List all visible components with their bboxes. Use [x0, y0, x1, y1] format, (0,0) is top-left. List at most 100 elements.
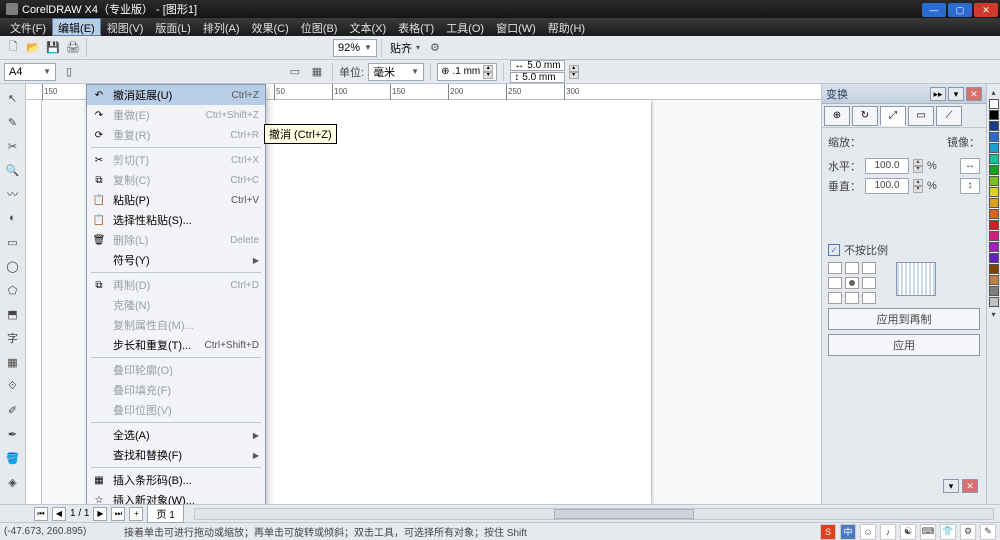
zoom-tool[interactable]: 🔍 [3, 160, 23, 180]
tab-scale[interactable]: ⤢ [880, 106, 906, 126]
eyedropper-tool[interactable]: ✐ [3, 400, 23, 420]
color-swatch[interactable] [989, 231, 999, 241]
menu-item[interactable]: 步长和重复(T)...Ctrl+Shift+D [87, 335, 265, 355]
menu-help[interactable]: 帮助(H) [542, 18, 591, 36]
docker-close-button[interactable]: ✕ [966, 87, 982, 101]
color-swatch[interactable] [989, 99, 999, 109]
tray-icon-1[interactable]: ☺ [860, 524, 876, 540]
keep-ratio-checkbox[interactable]: ✓ [828, 244, 840, 256]
nudge-spinner[interactable]: ⊕ .1 mm▴▾ [437, 63, 497, 81]
menu-item[interactable]: 📋选择性粘贴(S)... [87, 210, 265, 230]
tray-icon-7[interactable]: ✎ [980, 524, 996, 540]
paper-size-combo[interactable]: A4▼ [4, 63, 56, 81]
polygon-tool[interactable]: ⬠ [3, 280, 23, 300]
freehand-tool[interactable]: 〰 [3, 184, 23, 204]
menu-bitmap[interactable]: 位图(B) [295, 18, 344, 36]
anchor-grid[interactable] [828, 262, 876, 304]
open-button[interactable]: 📂 [24, 39, 42, 57]
page-tab-1[interactable]: 页 1 [147, 504, 183, 523]
mirror-h-button[interactable]: ↔ [960, 158, 980, 174]
menu-file[interactable]: 文件(F) [4, 18, 52, 36]
landscape-button[interactable]: ▭ [286, 63, 304, 81]
color-swatch[interactable] [989, 198, 999, 208]
color-swatch[interactable] [989, 165, 999, 175]
tab-skew[interactable]: ⟋ [936, 106, 962, 126]
menu-text[interactable]: 文本(X) [343, 18, 392, 36]
menu-item[interactable]: 全选(A)▶ [87, 425, 265, 445]
pick-tool[interactable]: ↖ [3, 88, 23, 108]
shape-tool[interactable]: ✎ [3, 112, 23, 132]
menu-window[interactable]: 窗口(W) [490, 18, 542, 36]
basic-shapes-tool[interactable]: ⬒ [3, 304, 23, 324]
menu-table[interactable]: 表格(T) [392, 18, 440, 36]
page-canvas[interactable] [236, 100, 651, 504]
tray-icon-6[interactable]: ⚙ [960, 524, 976, 540]
color-swatch[interactable] [989, 297, 999, 307]
nav-window-button[interactable]: ▾ [943, 479, 959, 493]
vertical-ruler[interactable] [26, 100, 42, 504]
menu-view[interactable]: 视图(V) [101, 18, 150, 36]
docker-menu-button[interactable]: ▾ [948, 87, 964, 101]
h-value-input[interactable]: 100.0 [865, 158, 909, 174]
color-swatch[interactable] [989, 110, 999, 120]
fill-tool[interactable]: 🪣 [3, 448, 23, 468]
color-swatch[interactable] [989, 121, 999, 131]
menu-arrange[interactable]: 排列(A) [197, 18, 246, 36]
print-button[interactable]: 🖨 [64, 39, 82, 57]
menu-item[interactable]: 📋粘贴(P)Ctrl+V [87, 190, 265, 210]
tab-rotate[interactable]: ↻ [852, 106, 878, 126]
color-swatch[interactable] [989, 209, 999, 219]
maximize-button[interactable]: ▢ [948, 3, 972, 17]
new-button[interactable]: 🗋 [4, 39, 22, 57]
color-swatch[interactable] [989, 187, 999, 197]
outline-tool[interactable]: ✒ [3, 424, 23, 444]
next-page-button[interactable]: ▶ [93, 507, 107, 521]
add-page-button[interactable]: + [129, 507, 143, 521]
menu-item[interactable]: ▦插入条形码(B)... [87, 470, 265, 490]
nav-close-button[interactable]: ✕ [962, 479, 978, 493]
color-swatch[interactable] [989, 242, 999, 252]
color-swatch[interactable] [989, 154, 999, 164]
options-button[interactable]: ⚙ [426, 39, 444, 57]
dup-y-spinner[interactable]: ↕ 5.0 mm [510, 72, 564, 83]
ime-lang[interactable]: 中 [840, 524, 856, 540]
dup-x-spinner[interactable]: ↔ 5.0 mm [510, 60, 564, 71]
smartfill-tool[interactable]: ◐ [3, 208, 23, 228]
color-swatch[interactable] [989, 220, 999, 230]
palette-down[interactable]: ▾ [984, 308, 1000, 320]
menu-effects[interactable]: 效果(C) [246, 18, 295, 36]
menu-layout[interactable]: 版面(L) [149, 18, 196, 36]
blend-tool[interactable]: ⟐ [3, 376, 23, 396]
unit-combo[interactable]: 毫米▼ [368, 63, 424, 81]
menu-item[interactable]: ☆插入新对象(W)... [87, 490, 265, 504]
portrait-button[interactable]: ▯ [60, 63, 78, 81]
apply-to-duplicate-button[interactable]: 应用到再制 [828, 308, 980, 330]
color-swatch[interactable] [989, 264, 999, 274]
color-swatch[interactable] [989, 143, 999, 153]
v-value-input[interactable]: 100.0 [865, 178, 909, 194]
menu-tools[interactable]: 工具(O) [440, 18, 490, 36]
crop-tool[interactable]: ✂ [3, 136, 23, 156]
text-tool[interactable]: 字 [3, 328, 23, 348]
tray-icon-2[interactable]: ♪ [880, 524, 896, 540]
tray-icon-4[interactable]: ⌨ [920, 524, 936, 540]
menu-item[interactable]: 符号(Y)▶ [87, 250, 265, 270]
rectangle-tool[interactable]: ▭ [3, 232, 23, 252]
menu-item[interactable]: 查找和替换(F)▶ [87, 445, 265, 465]
tab-position[interactable]: ⊕ [824, 106, 850, 126]
close-button[interactable]: ✕ [974, 3, 998, 17]
menu-item[interactable]: ↶撤消延展(U)Ctrl+Z [87, 85, 265, 105]
zoom-combo[interactable]: 92%▼ [333, 39, 377, 57]
snap-menu[interactable]: 贴齐 ▾ [386, 39, 424, 57]
tray-icon-3[interactable]: ☯ [900, 524, 916, 540]
prev-page-button[interactable]: ◀ [52, 507, 66, 521]
color-swatch[interactable] [989, 275, 999, 285]
apply-button[interactable]: 应用 [828, 334, 980, 356]
palette-up[interactable]: ▴ [984, 86, 1000, 98]
table-tool[interactable]: ▦ [3, 352, 23, 372]
color-swatch[interactable] [989, 253, 999, 263]
color-swatch[interactable] [989, 132, 999, 142]
save-button[interactable]: 💾 [44, 39, 62, 57]
ime-toggle[interactable]: S [820, 524, 836, 540]
horizontal-scrollbar[interactable] [194, 508, 994, 520]
